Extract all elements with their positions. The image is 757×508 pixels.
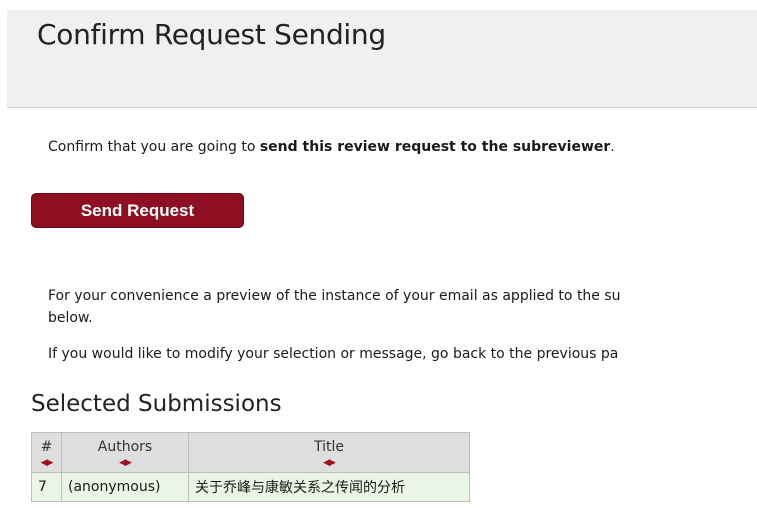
page-title: Confirm Request Sending — [37, 18, 386, 51]
confirm-emphasis: send this review request to the subrevie… — [259, 139, 611, 155]
submissions-table: # ◀▶ Authors ◀▶ Title ◀▶ 7 (anonymous) 关… — [31, 432, 470, 502]
preview-info: For your convenience a preview of the in… — [48, 285, 757, 329]
preview-info-line1: For your convenience a preview of the in… — [48, 288, 621, 304]
selected-submissions-heading: Selected Submissions — [31, 391, 282, 417]
confirm-prefix: Confirm that you are going to — [48, 139, 260, 155]
sort-arrows-icon[interactable]: ◀▶ — [195, 457, 463, 469]
cell-number: 7 — [31, 472, 62, 502]
table-header-row: # ◀▶ Authors ◀▶ Title ◀▶ — [31, 432, 470, 473]
column-header-label: # — [40, 439, 53, 455]
confirm-message: Confirm that you are going to send this … — [48, 139, 615, 155]
column-header-label: Authors — [97, 439, 153, 455]
preview-info-line2: below. — [48, 310, 93, 326]
modify-info: If you would like to modify your selecti… — [48, 346, 619, 362]
table-row: 7 (anonymous) 关于乔峰与康敏关系之传闻的分析 — [31, 472, 470, 502]
column-header-number[interactable]: # ◀▶ — [31, 432, 62, 473]
cell-title: 关于乔峰与康敏关系之传闻的分析 — [188, 472, 470, 502]
sort-arrows-icon[interactable]: ◀▶ — [38, 457, 55, 469]
column-header-label: Title — [313, 439, 344, 455]
column-header-title[interactable]: Title ◀▶ — [188, 432, 470, 473]
column-header-authors[interactable]: Authors ◀▶ — [61, 432, 189, 473]
send-request-button[interactable]: Send Request — [31, 193, 244, 228]
sort-arrows-icon[interactable]: ◀▶ — [68, 457, 182, 469]
cell-authors: (anonymous) — [61, 472, 189, 502]
confirm-suffix: . — [610, 139, 615, 155]
